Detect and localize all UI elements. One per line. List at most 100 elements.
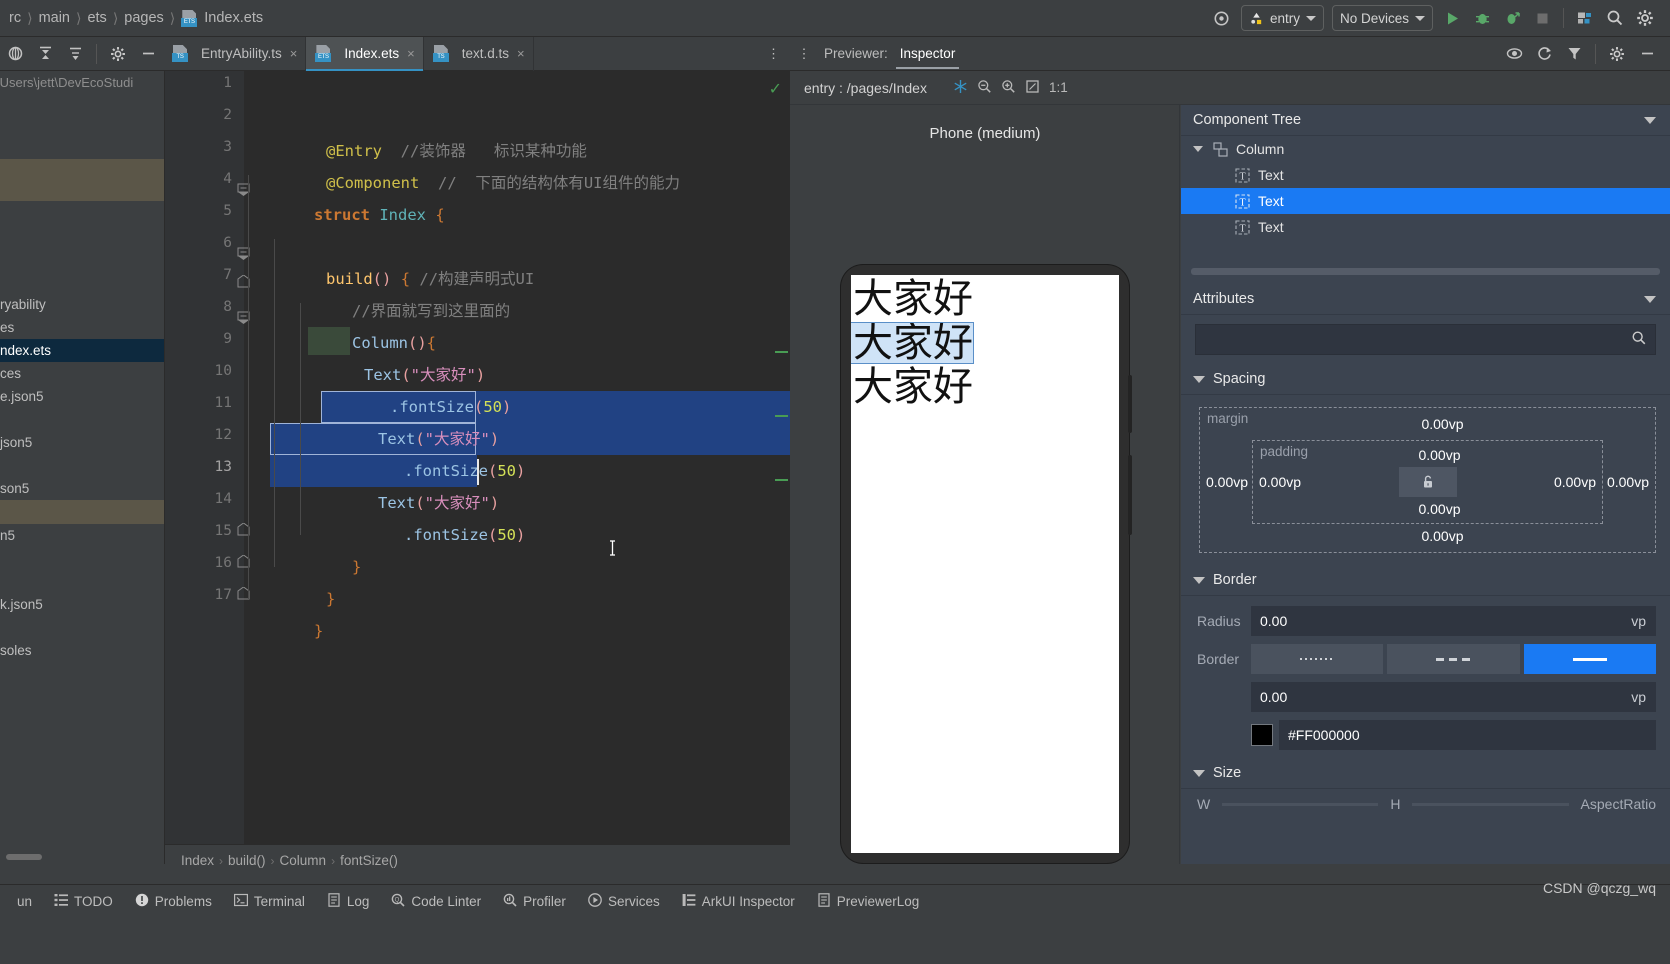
border-style-solid-button[interactable] [1523,644,1656,674]
editor-breadcrumb-fontsize[interactable]: fontSize() [337,853,401,868]
search-icon[interactable] [1631,330,1647,349]
component-tree-header[interactable]: Component Tree [1181,105,1670,136]
border-width-input[interactable]: 0.00 vp [1251,682,1656,712]
expand-all-icon[interactable] [0,39,30,69]
chevron-down-icon[interactable] [1193,375,1205,383]
breadcrumb-item-ets[interactable]: ets [82,8,111,28]
tab-previewer[interactable]: Previewer: [818,37,894,71]
tab-entryability-ts[interactable]: TS EntryAbility.ts × [163,36,307,71]
margin-top-value[interactable]: 0.00vp [1230,416,1655,432]
filter-icon[interactable] [1559,39,1589,69]
target-icon[interactable] [1207,3,1237,33]
color-swatch[interactable] [1251,724,1273,746]
tab-text-d-ts[interactable]: TS text.d.ts × [424,36,534,71]
spacing-header[interactable]: Spacing [1181,364,1670,395]
snowflake-icon[interactable] [953,79,968,97]
margin-right-value[interactable]: 0.00vp [1607,474,1655,490]
chevron-down-icon[interactable] [1193,146,1203,152]
chevron-down-icon[interactable] [1644,116,1656,124]
horizontal-scrollbar[interactable] [6,854,42,860]
height-input[interactable] [1412,802,1569,806]
chevron-down-icon[interactable] [1193,769,1205,777]
border-style-dotted-button[interactable] [1251,644,1384,674]
tool-button-terminal[interactable]: Terminal [223,885,316,919]
tool-button-log[interactable]: Log [316,885,381,919]
attributes-search[interactable] [1195,324,1656,355]
component-tree[interactable]: Column T Text T Text T Text [1181,136,1670,275]
border-style-dashed-button[interactable] [1387,644,1520,674]
sort-icon[interactable] [60,39,90,69]
editor-breadcrumb-build[interactable]: build() [225,853,269,868]
tab-index-ets[interactable]: ETS Index.ets × [306,36,424,71]
list-item-index-ets[interactable]: ndex.ets [0,339,164,362]
zoom-ratio-label[interactable]: 1:1 [1049,80,1068,95]
preview-text-1[interactable]: 大家好 [851,279,1119,319]
fit-screen-icon[interactable] [1025,79,1040,97]
code-editor[interactable]: 1 2 3 4 5 6 7 8 9 10 11 12 13 14 15 16 1… [165,71,790,844]
breadcrumb-item-main[interactable]: main [34,8,75,28]
device-manager-icon[interactable] [1570,3,1600,33]
search-icon[interactable] [1600,3,1630,33]
padding-right-value[interactable]: 0.00vp [1554,474,1602,490]
tool-button-code-linter[interactable]: Q Code Linter [380,885,492,919]
padding-bottom-value[interactable]: 0.00vp [1277,501,1602,517]
list-item[interactable]: k.json5 [0,593,164,616]
margin-bottom-value[interactable]: 0.00vp [1230,528,1655,544]
padding-left-value[interactable]: 0.00vp [1253,474,1301,490]
stop-icon[interactable] [1527,3,1557,33]
code-content[interactable]: @Entry //装饰器 标识某种功能 @Component // 下面的结构体… [244,71,790,844]
list-item[interactable]: son5 [0,477,164,500]
preview-text-2-selected[interactable]: 大家好 [851,322,974,364]
list-item[interactable]: ces [0,362,164,385]
tab-inspector[interactable]: Inspector [894,37,962,71]
preview-text-3[interactable]: 大家好 [851,367,1119,407]
search-input[interactable] [1204,332,1631,347]
close-icon[interactable]: × [407,46,415,61]
list-item[interactable]: ryability [0,293,164,316]
inspection-ok-icon[interactable]: ✓ [769,79,782,99]
run-configuration-selector[interactable]: entry [1240,5,1324,31]
device-selector[interactable]: No Devices [1331,5,1433,31]
panel-options-icon[interactable]: ⋮ [790,46,818,62]
zoom-in-icon[interactable] [1001,79,1016,97]
margin-left-value[interactable]: 0.00vp [1200,474,1248,490]
tree-node-column[interactable]: Column [1181,136,1670,162]
breadcrumb-item-rc[interactable]: rc [4,8,26,28]
tree-node-text-1[interactable]: T Text [1181,162,1670,188]
editor-breadcrumb-column[interactable]: Column [277,853,330,868]
chevron-down-icon[interactable] [1644,295,1656,303]
tree-node-text-3[interactable]: T Text [1181,214,1670,240]
close-icon[interactable]: × [290,46,298,61]
close-icon[interactable]: × [517,46,525,61]
lock-icon[interactable] [1398,467,1457,497]
list-item[interactable]: n5 [0,524,164,547]
tool-button-services[interactable]: Services [577,885,671,919]
refresh-icon[interactable] [1529,39,1559,69]
minimize-icon[interactable] [1632,39,1662,69]
breadcrumb-item-file[interactable]: ETS Index.ets [176,8,268,29]
list-item[interactable]: soles [0,639,164,662]
eye-icon[interactable] [1499,39,1529,69]
list-item[interactable]: es [0,316,164,339]
tree-node-text-2-selected[interactable]: T Text [1181,188,1670,214]
tool-button-profiler[interactable]: Profiler [492,885,577,919]
border-header[interactable]: Border [1181,565,1670,596]
radius-input[interactable]: 0.00 vp [1251,606,1656,636]
tool-button-run[interactable]: un [0,885,43,919]
list-item[interactable]: e.json5 [0,385,164,408]
run-icon[interactable] [1437,3,1467,33]
preview-canvas[interactable]: Phone (medium) 大家好 大家好 大家好 [790,105,1180,864]
editor-breadcrumb-index[interactable]: Index [178,853,217,868]
collapse-all-icon[interactable] [30,39,60,69]
settings-icon[interactable] [103,39,133,69]
list-item[interactable]: json5 [0,431,164,454]
profile-run-icon[interactable] [1497,3,1527,33]
breadcrumb-item-pages[interactable]: pages [119,8,169,28]
tool-button-arkui-inspector[interactable]: ArkUI Inspector [671,885,806,919]
editor-gutter[interactable]: 1 2 3 4 5 6 7 8 9 10 11 12 13 14 15 16 1… [165,71,250,844]
width-input[interactable] [1222,802,1379,806]
settings-icon[interactable] [1630,3,1660,33]
tool-button-problems[interactable]: Problems [124,885,223,919]
settings-icon[interactable] [1602,39,1632,69]
tab-overflow-icon[interactable]: ⋮ [767,46,790,62]
